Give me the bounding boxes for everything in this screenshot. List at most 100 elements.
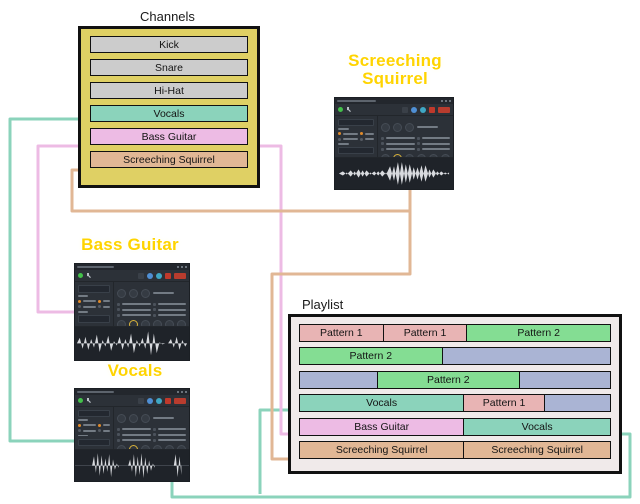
playlist-clip-empty[interactable]	[442, 348, 610, 365]
knob-row[interactable]	[381, 122, 450, 132]
wrench-icon[interactable]	[347, 107, 351, 112]
effect-row[interactable]	[381, 147, 450, 151]
effect-row[interactable]	[117, 302, 186, 306]
tool-icon[interactable]	[138, 397, 144, 404]
clip-label: Pattern 2	[426, 373, 470, 386]
playlist-clip[interactable]: Bass Guitar	[300, 418, 465, 435]
mode-select[interactable]	[78, 438, 110, 446]
vocals-editor-title: Vocals	[107, 361, 163, 380]
tool-icon[interactable]	[138, 272, 144, 279]
record-icon[interactable]	[429, 106, 435, 113]
playlist-clip[interactable]: Screeching Squirrel	[300, 441, 465, 458]
diagram-canvas: Channels Kick Snare Hi-Hat Vocals Bass G…	[0, 0, 640, 504]
editor-left-pane	[75, 407, 114, 449]
channel-item-kick[interactable]: Kick	[90, 36, 248, 53]
channel-label: Snare	[154, 61, 184, 74]
editor-left-pane	[335, 116, 378, 158]
wrench-icon[interactable]	[87, 398, 91, 403]
option-row[interactable]	[78, 429, 110, 433]
close-icon[interactable]	[185, 391, 187, 393]
knob-row[interactable]	[117, 288, 186, 298]
section-label	[78, 310, 88, 313]
wire-vocals-channel-to-editor	[8, 117, 78, 443]
editor-toolbar	[335, 104, 453, 116]
tool-icon[interactable]	[402, 106, 408, 113]
waveform-display[interactable]	[75, 448, 189, 481]
tool-icon-blue[interactable]	[147, 397, 153, 404]
option-row[interactable]	[338, 132, 374, 136]
render-button[interactable]	[174, 397, 186, 404]
option-row[interactable]	[78, 423, 110, 427]
effect-row[interactable]	[117, 313, 186, 317]
effect-row[interactable]	[117, 433, 186, 436]
minimize-icon[interactable]	[177, 266, 179, 268]
playlist-row: Pattern 2	[299, 347, 611, 366]
maximize-icon[interactable]	[181, 391, 183, 393]
record-icon[interactable]	[165, 397, 171, 404]
vocals-editor[interactable]	[74, 388, 190, 482]
add-icon[interactable]	[78, 273, 83, 278]
channels-panel: Kick Snare Hi-Hat Vocals Bass Guitar Scr…	[78, 26, 260, 188]
playlist-clip[interactable]: Pattern 2	[377, 371, 521, 388]
playlist-clip[interactable]: Vocals	[300, 395, 465, 412]
playlist-clip[interactable]: Pattern 1	[300, 325, 384, 341]
render-button[interactable]	[438, 106, 450, 113]
tool-icon-blue[interactable]	[147, 272, 153, 279]
channel-item-screeching-squirrel[interactable]: Screeching Squirrel	[90, 151, 248, 168]
playlist-clip[interactable]: Pattern 1	[464, 395, 545, 412]
playlist-clip-empty[interactable]	[544, 395, 610, 412]
playlist-clip[interactable]: Screeching Squirrel	[464, 441, 610, 458]
mode-select[interactable]	[78, 315, 110, 324]
screeching-squirrel-editor[interactable]	[334, 97, 454, 190]
effect-row[interactable]	[117, 438, 186, 442]
tool-icon-cyan[interactable]	[420, 106, 426, 113]
effect-row[interactable]	[381, 136, 450, 140]
maximize-icon[interactable]	[445, 100, 447, 102]
mode-select[interactable]	[338, 147, 374, 155]
render-button[interactable]	[174, 272, 186, 279]
minimize-icon[interactable]	[441, 100, 443, 102]
close-icon[interactable]	[449, 100, 451, 102]
playlist-clip[interactable]: Pattern 2	[467, 325, 610, 341]
channel-item-vocals[interactable]: Vocals	[90, 105, 248, 122]
playlist-clip[interactable]: Pattern 1	[383, 325, 468, 341]
playlist-clip[interactable]: Pattern 2	[300, 348, 443, 365]
effect-row[interactable]	[117, 308, 186, 311]
channel-item-bass-guitar[interactable]: Bass Guitar	[90, 128, 248, 145]
editor-body	[335, 116, 453, 163]
channel-item-hi-hat[interactable]: Hi-Hat	[90, 82, 248, 99]
playlist-row: Vocals Pattern 1	[299, 394, 611, 413]
wrench-icon[interactable]	[87, 273, 91, 278]
effect-row[interactable]	[117, 427, 186, 431]
record-icon[interactable]	[165, 272, 171, 279]
playlist-clip-empty[interactable]	[300, 371, 378, 388]
waveform-display[interactable]	[335, 157, 453, 189]
tool-icon-cyan[interactable]	[156, 272, 162, 279]
option-row[interactable]	[78, 299, 110, 303]
section-label	[338, 128, 349, 130]
bass-guitar-editor[interactable]	[74, 263, 190, 361]
playlist-clip-empty[interactable]	[520, 371, 610, 388]
tool-icon-blue[interactable]	[411, 106, 417, 113]
option-row[interactable]	[78, 305, 110, 309]
maximize-icon[interactable]	[181, 266, 183, 268]
editor-toolbar	[75, 270, 189, 282]
knob-row[interactable]	[117, 413, 186, 423]
tool-icon-cyan[interactable]	[156, 397, 162, 404]
minimize-icon[interactable]	[177, 391, 179, 393]
add-icon[interactable]	[78, 398, 83, 403]
section-label	[338, 143, 349, 145]
playlist-row: Pattern 1 Pattern 1 Pattern 2	[299, 324, 611, 342]
effect-row[interactable]	[381, 142, 450, 145]
close-icon[interactable]	[185, 266, 187, 268]
file-name-field[interactable]	[78, 410, 110, 417]
playlist-clip[interactable]: Vocals	[464, 418, 610, 435]
file-name-field[interactable]	[338, 119, 374, 126]
waveform-display[interactable]	[75, 326, 189, 360]
channel-item-snare[interactable]: Snare	[90, 59, 248, 76]
editor-right-pane	[114, 407, 189, 454]
add-icon[interactable]	[338, 107, 343, 112]
file-name-field[interactable]	[78, 285, 110, 293]
option-row[interactable]	[338, 137, 374, 141]
clip-label: Pattern 2	[517, 327, 560, 339]
